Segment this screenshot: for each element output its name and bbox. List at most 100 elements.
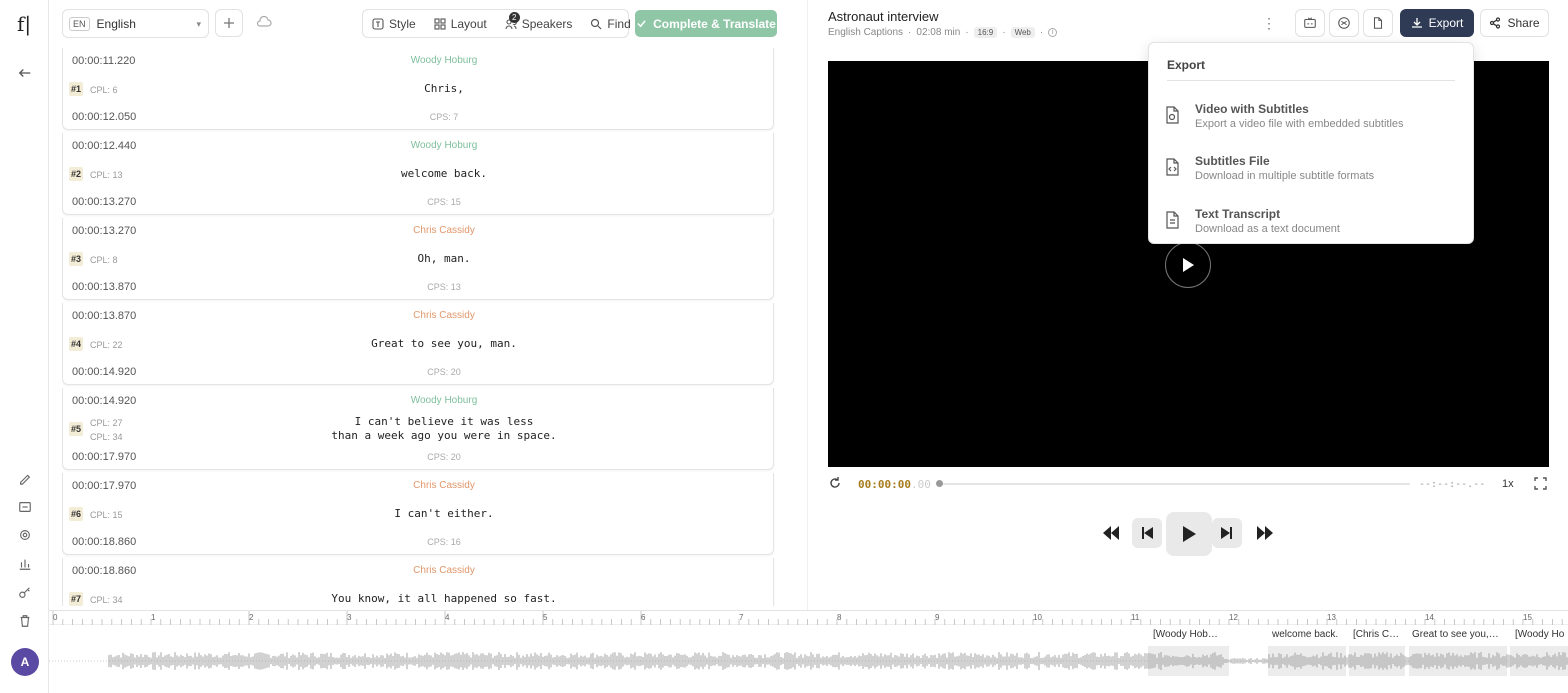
export-label: Export	[1428, 16, 1464, 30]
subtitle-list: 00:00:11.220 Woody Hoburg #1 CPL: 6 Chris, 00…	[62, 48, 775, 606]
subtitle-card[interactable]: 00:00:11.220 Woody Hoburg #1 CPL: 6 Chris, 00…	[62, 48, 774, 130]
subtitle-text[interactable]: I can't believe it was less than a week a…	[63, 415, 775, 443]
subtitle-line[interactable]: Chris,	[63, 82, 775, 96]
subtitle-text[interactable]: I can't either.	[63, 507, 775, 521]
progress-handle[interactable]	[936, 480, 943, 487]
user-avatar[interactable]: A	[11, 648, 39, 676]
stats-icon[interactable]	[15, 554, 35, 574]
play-icon	[1183, 258, 1194, 272]
subtitle-line[interactable]: I can't believe it was less	[63, 415, 775, 429]
timeline-caption-label[interactable]: welcome back.	[1272, 629, 1338, 640]
more-options-icon[interactable]: ⋮	[1262, 15, 1276, 32]
cloud-icon	[256, 15, 272, 34]
translate-button[interactable]	[1329, 9, 1359, 37]
key-icon[interactable]	[15, 583, 35, 603]
file-button[interactable]	[1363, 9, 1393, 37]
trash-icon[interactable]	[15, 611, 35, 631]
export-item-desc: Export a video file with embedded subtit…	[1195, 118, 1404, 130]
subtitle-card[interactable]: 00:00:17.970 Chris Cassidy #6 CPL: 15 I can'…	[62, 473, 774, 555]
cps-stat: CPS: 20	[427, 452, 461, 462]
caption-icon	[1304, 17, 1316, 28]
subtitle-text[interactable]: Great to see you, man.	[63, 337, 775, 351]
subtitle-card[interactable]: 00:00:14.920 Woody Hoburg #5 CPL: 27 CPL: 34…	[62, 388, 774, 470]
subtitle-line[interactable]: Oh, man.	[63, 252, 775, 266]
subtitle-card[interactable]: 00:00:13.870 Chris Cassidy #4 CPL: 22 Great …	[62, 303, 774, 385]
speakers-button[interactable]: 2 Speakers	[496, 10, 582, 37]
subtitle-line[interactable]: I can't either.	[63, 507, 775, 521]
settings-icon[interactable]	[15, 525, 35, 545]
total-duration: --:--:--.--	[1419, 479, 1486, 490]
timeline[interactable]: 0 1 2 3 4 5 6 7 8 9 10 11 12 13 14 15 [Woody Hob… welcom…	[49, 610, 1568, 693]
cps-stat: CPS: 15	[427, 197, 461, 207]
subtitle-text[interactable]: Chris,	[63, 82, 775, 96]
subtitle-card[interactable]: 00:00:13.270 Chris Cassidy #3 CPL: 8 Oh, man…	[62, 218, 774, 300]
duration-label: 02:08 min	[916, 27, 961, 38]
cps-stat: CPS: 20	[427, 367, 461, 377]
app: f| A EN English ▾ Style Layout 2 Speaker…	[0, 0, 1568, 693]
app-logo[interactable]: f|	[17, 12, 31, 36]
export-menu-title: Export	[1167, 58, 1206, 72]
subtitle-card[interactable]: 00:00:18.860 Chris Cassidy #7 CPL: 34 You kn…	[62, 558, 774, 606]
subtitle-line[interactable]: You know, it all happened so fast.	[63, 592, 775, 606]
style-button[interactable]: Style	[363, 10, 425, 37]
layout-label: Layout	[450, 16, 487, 31]
player-controls: 00:00:00.00 --:--:--.-- 1x	[828, 474, 1549, 494]
next-icon[interactable]	[1212, 518, 1242, 548]
language-select[interactable]: EN English ▾	[62, 9, 209, 38]
speaker-name[interactable]: Woody Hoburg	[63, 55, 775, 66]
cps-stat: CPS: 16	[427, 537, 461, 547]
speaker-name[interactable]: Chris Cassidy	[63, 565, 775, 576]
timeline-caption-label[interactable]: [Woody Hob…	[1153, 629, 1218, 640]
menu-divider	[1167, 80, 1455, 81]
media-icon[interactable]	[15, 497, 35, 517]
check-icon	[637, 20, 646, 28]
share-button[interactable]: Share	[1480, 9, 1549, 37]
complete-translate-button[interactable]: Complete & Translate	[635, 10, 777, 37]
timeline-caption-label[interactable]: [Chris C…	[1353, 629, 1399, 640]
fullscreen-icon[interactable]	[1534, 477, 1547, 490]
playback-speed[interactable]: 1x	[1502, 478, 1514, 490]
subtitle-text[interactable]: welcome back.	[63, 167, 775, 181]
project-title[interactable]: Astronaut interview	[828, 9, 939, 24]
speaker-name[interactable]: Woody Hoburg	[63, 140, 775, 151]
play-button[interactable]	[1166, 512, 1212, 556]
speaker-name[interactable]: Chris Cassidy	[63, 480, 775, 491]
style-label: Style	[389, 16, 416, 31]
timeline-caption-label[interactable]: Great to see you,…	[1412, 629, 1499, 640]
subtitle-line[interactable]: welcome back.	[63, 167, 775, 181]
speaker-name[interactable]: Chris Cassidy	[63, 225, 775, 236]
find-button[interactable]: Find	[581, 10, 639, 37]
subtitle-text[interactable]: Oh, man.	[63, 252, 775, 266]
text-file-icon	[1166, 211, 1179, 229]
timeline-caption-label[interactable]: [Woody Ho	[1515, 629, 1564, 640]
ruler-ticks	[52, 611, 1563, 625]
find-label: Find	[607, 16, 631, 31]
speaker-name[interactable]: Chris Cassidy	[63, 310, 775, 321]
subtitle-line[interactable]: than a week ago you were in space.	[63, 429, 775, 443]
back-arrow-icon[interactable]	[15, 63, 35, 83]
subtitle-text[interactable]: You know, it all happened so fast.	[63, 592, 775, 606]
previous-icon[interactable]	[1132, 518, 1162, 548]
export-subtitles-item[interactable]: Subtitles File Download in multiple subt…	[1149, 148, 1475, 196]
panel-divider	[807, 0, 808, 610]
export-button[interactable]: Export	[1400, 9, 1474, 37]
rewind-icon[interactable]	[1096, 518, 1126, 548]
export-transcript-item[interactable]: Text Transcript Download as a text docum…	[1149, 201, 1475, 249]
audio-waveform[interactable]	[49, 641, 1568, 681]
progress-track[interactable]	[938, 483, 1410, 485]
layout-button[interactable]: Layout	[425, 10, 496, 37]
speaker-name[interactable]: Woody Hoburg	[63, 395, 775, 406]
export-video-item[interactable]: Video with Subtitles Export a video file…	[1149, 96, 1475, 144]
replay-icon[interactable]	[828, 476, 842, 490]
speakers-label: Speakers	[521, 16, 573, 31]
add-button[interactable]	[215, 9, 243, 37]
subtitle-line[interactable]: Great to see you, man.	[63, 337, 775, 351]
info-icon[interactable]: i	[1048, 28, 1058, 37]
caption-style-button[interactable]	[1295, 9, 1325, 37]
video-file-icon	[1166, 106, 1179, 124]
timeline-ruler[interactable]: 0 1 2 3 4 5 6 7 8 9 10 11 12 13 14 15	[49, 611, 1568, 625]
subtitle-card[interactable]: 00:00:12.440 Woody Hoburg #2 CPL: 13 welcome…	[62, 133, 774, 215]
brush-icon[interactable]	[15, 468, 35, 488]
fast-forward-icon[interactable]	[1250, 518, 1280, 548]
download-icon	[1411, 18, 1422, 28]
